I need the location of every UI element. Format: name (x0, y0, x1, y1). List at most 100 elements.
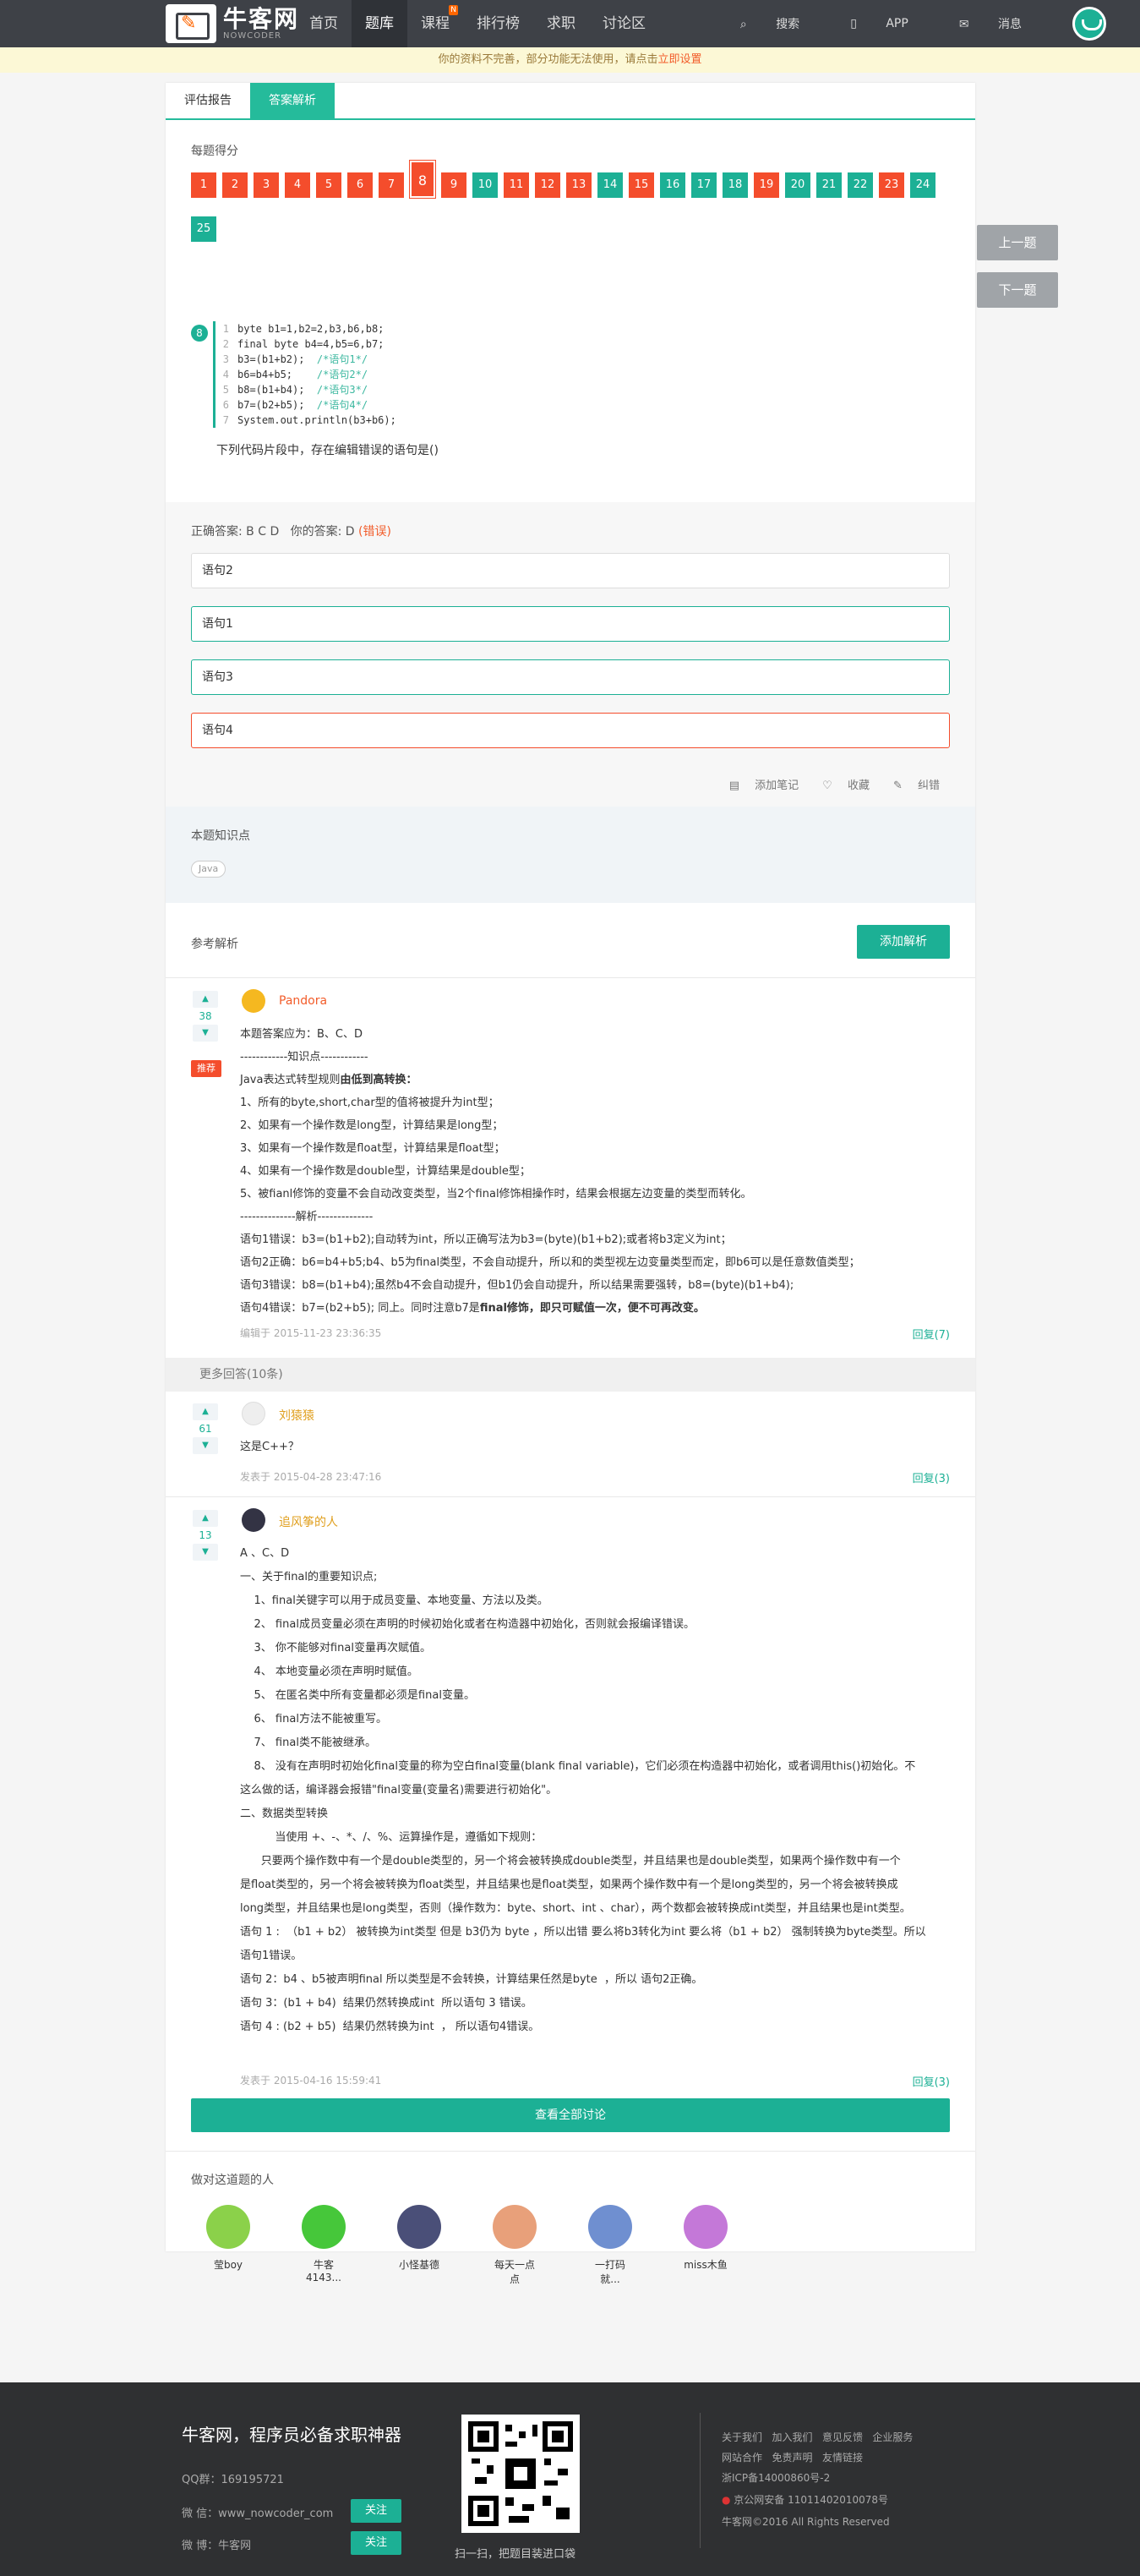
prev-question-button[interactable]: 上一题 (977, 225, 1058, 260)
score-box[interactable]: 2 (222, 172, 248, 198)
message-link[interactable]: ✉ 消息 (959, 15, 1047, 32)
link-disclaimer[interactable]: 免责声明 (772, 2452, 812, 2464)
user-avatar[interactable] (397, 2205, 441, 2249)
correct-user[interactable]: 小怪基德 (395, 2205, 443, 2286)
score-box[interactable]: 24 (910, 172, 935, 198)
score-box[interactable]: 18 (723, 172, 748, 198)
nav-discussion[interactable]: 讨论区 (589, 0, 659, 47)
correct-user[interactable]: 牛客4143... (300, 2205, 347, 2286)
user-avatar[interactable] (302, 2205, 346, 2249)
wechat-follow-button[interactable]: 关注 (351, 2499, 401, 2523)
score-box[interactable]: 3 (254, 172, 279, 198)
user-name[interactable]: Pandora (279, 994, 327, 1008)
report-error-link[interactable]: ✎ 纠错 (881, 776, 940, 792)
answer-summary: 正确答案: B C D 你的答案: D (错误) (191, 522, 391, 539)
qr-caption: 扫一扫，把题目装进口袋 (455, 2548, 576, 2561)
score-box[interactable]: 10 (472, 172, 498, 198)
score-box[interactable]: 16 (660, 172, 685, 198)
next-question-button[interactable]: 下一题 (977, 272, 1058, 308)
nav-courses[interactable]: 课程 N (407, 0, 463, 47)
favorite-link[interactable]: ♡ 收藏 (810, 776, 870, 792)
downvote-button[interactable]: ▼ (193, 1544, 218, 1561)
code-line: 7 System.out.println(b3+b6); (215, 413, 396, 428)
score-box[interactable]: 12 (535, 172, 560, 198)
answer-line: 5、被fianl修饰的变量不会自动改变类型，当2个final修饰相操作时，结果会… (240, 1188, 752, 1200)
app-link[interactable]: ▯ APP (850, 17, 934, 30)
upvote-button[interactable]: ▲ (193, 991, 218, 1008)
option-4[interactable]: 语句4 (191, 713, 950, 748)
score-box[interactable]: 15 (629, 172, 654, 198)
weibo-follow-button[interactable]: 关注 (351, 2531, 401, 2555)
score-box[interactable]: 22 (848, 172, 873, 198)
score-box[interactable]: 9 (441, 172, 466, 198)
score-box[interactable]: 1 (191, 172, 216, 198)
user-avatar[interactable] (684, 2205, 728, 2249)
score-box[interactable]: 5 (316, 172, 341, 198)
user-avatar[interactable] (206, 2205, 250, 2249)
add-explanation-button[interactable]: 添加解析 (857, 925, 950, 959)
user-avatar[interactable] (588, 2205, 632, 2249)
line-number: 4 (222, 369, 229, 380)
score-box[interactable]: 11 (504, 172, 529, 198)
correct-user[interactable]: 每天一点点 (491, 2205, 538, 2286)
view-all-discussion-button[interactable]: 查看全部讨论 (191, 2098, 950, 2132)
wrong-mark: (错误) (358, 525, 391, 539)
user-avatar[interactable] (1072, 7, 1106, 41)
nav-jobs[interactable]: 求职 (533, 0, 589, 47)
score-box[interactable]: 4 (285, 172, 310, 198)
knowledge-section (166, 807, 975, 903)
tab-report[interactable]: 评估报告 (166, 83, 250, 118)
user-avatar[interactable] (242, 1402, 265, 1425)
correct-user[interactable]: 莹boy (205, 2205, 252, 2286)
score-box[interactable]: 25 (191, 216, 216, 242)
answer-line: 语句 3：(b1 + b4) 结果仍然转换成int 所以语句 3 错误。 (240, 1997, 532, 2010)
correct-user[interactable]: miss木鱼 (682, 2205, 729, 2286)
user-name[interactable]: 追风筝的人 (279, 1513, 338, 1530)
user-avatar[interactable] (242, 1508, 265, 1532)
score-box[interactable]: 21 (816, 172, 842, 198)
weibo: 微 博：牛客网 (182, 2540, 252, 2552)
link-enterprise[interactable]: 企业服务 (872, 2431, 913, 2443)
link-friends[interactable]: 友情链接 (822, 2452, 863, 2464)
link-join[interactable]: 加入我们 (772, 2431, 812, 2443)
nav-ranking[interactable]: 排行榜 (463, 0, 533, 47)
score-box[interactable]: 23 (879, 172, 904, 198)
link-cooperation[interactable]: 网站合作 (722, 2452, 762, 2464)
link-feedback[interactable]: 意见反馈 (822, 2431, 863, 2443)
score-box[interactable]: 6 (347, 172, 373, 198)
score-box[interactable]: 7 (379, 172, 404, 198)
code-line: 6 b7=(b2+b5); /*语句4*/ (215, 397, 396, 413)
downvote-button[interactable]: ▼ (193, 1437, 218, 1454)
correct-user[interactable]: 一打码就... (586, 2205, 634, 2286)
site-logo[interactable]: 牛客网 NOWCODER (166, 4, 299, 43)
score-box[interactable]: 14 (597, 172, 623, 198)
score-box[interactable]: 20 (785, 172, 810, 198)
notice-link[interactable]: 立即设置 (658, 53, 702, 66)
option-3[interactable]: 语句3 (191, 659, 950, 695)
new-badge: N (449, 5, 458, 15)
reply-link[interactable]: 回复(3) (913, 2073, 950, 2089)
option-2[interactable]: 语句1 (191, 606, 950, 642)
tab-analysis[interactable]: 答案解析 (250, 83, 335, 118)
knowledge-tag[interactable]: Java (191, 861, 226, 878)
upvote-button[interactable]: ▲ (193, 1403, 218, 1420)
search-link[interactable]: ⌕ 搜索 (740, 15, 825, 32)
reply-link[interactable]: 回复(7) (913, 1326, 950, 1342)
user-name[interactable]: 刘猿猿 (279, 1407, 314, 1424)
downvote-button[interactable]: ▼ (193, 1025, 218, 1042)
nav-home[interactable]: 首页 (296, 0, 352, 47)
add-note-link[interactable]: ▤ 添加笔记 (717, 776, 799, 792)
score-box[interactable]: 8 (409, 160, 436, 199)
upvote-button[interactable]: ▲ (193, 1510, 218, 1527)
score-box[interactable]: 19 (754, 172, 779, 198)
link-about[interactable]: 关于我们 (722, 2431, 762, 2443)
reply-link[interactable]: 回复(3) (913, 1469, 950, 1485)
option-1[interactable]: 语句2 (191, 553, 950, 588)
score-box[interactable]: 17 (691, 172, 717, 198)
user-avatar[interactable] (242, 989, 265, 1013)
user-avatar[interactable] (493, 2205, 537, 2249)
nav-question-bank[interactable]: 题库 (352, 0, 407, 47)
police-badge-icon: ● (722, 2494, 734, 2506)
score-box[interactable]: 13 (566, 172, 592, 198)
line-number: 7 (222, 414, 229, 426)
